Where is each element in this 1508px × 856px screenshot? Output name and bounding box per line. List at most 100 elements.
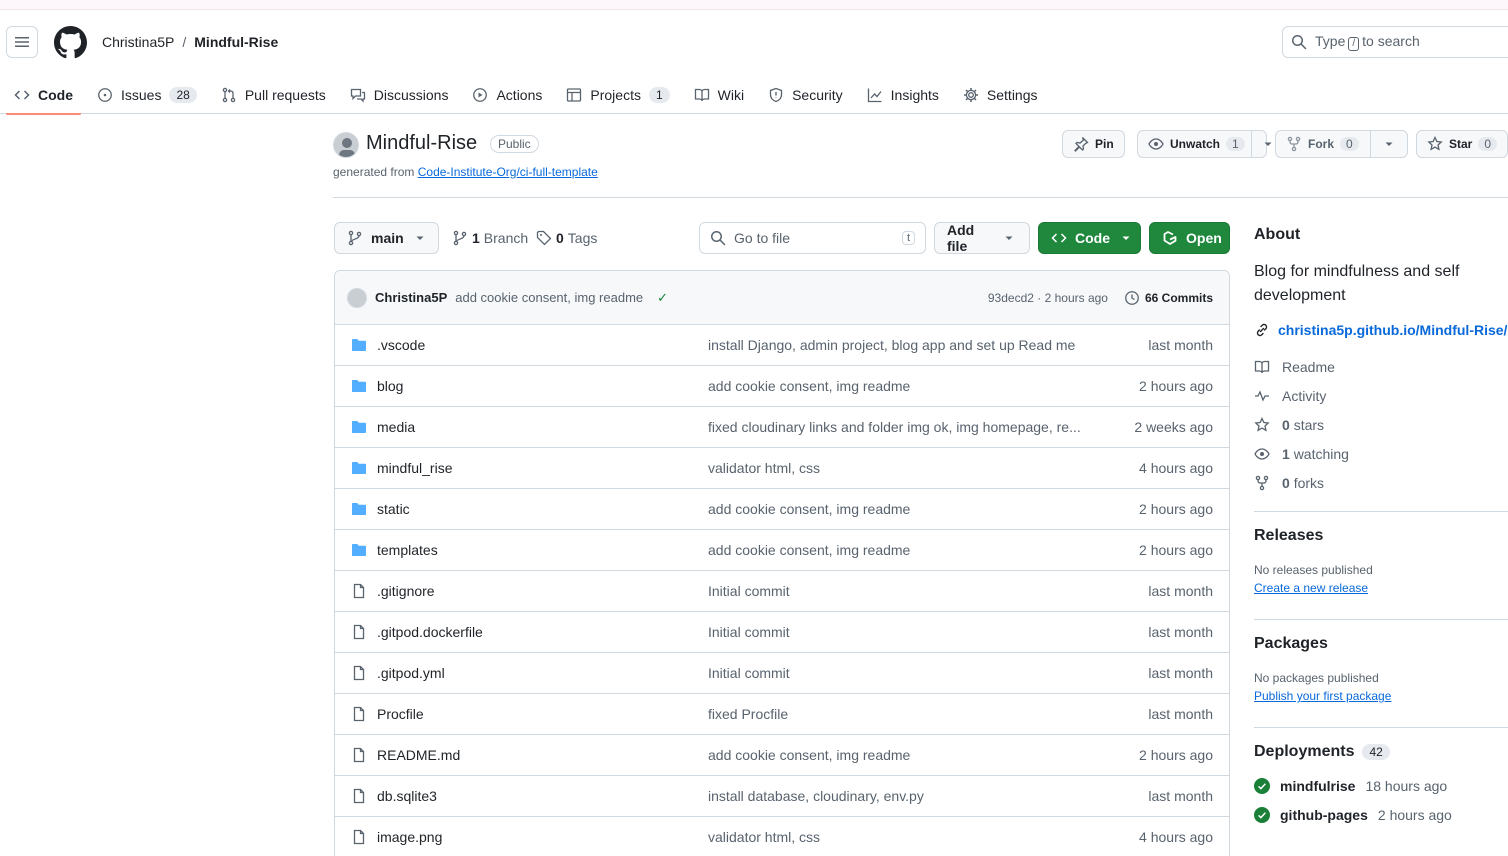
repo-name[interactable]: Mindful-Rise: [366, 132, 477, 155]
file-row[interactable]: README.md add cookie consent, img readme 2…: [335, 735, 1229, 776]
template-link[interactable]: Code-Institute-Org/ci-full-template: [418, 165, 598, 179]
tab-actions[interactable]: Actions: [464, 76, 550, 114]
releases-title[interactable]: Releases: [1254, 527, 1508, 545]
unwatch-label: Unwatch: [1170, 137, 1221, 151]
file-commit-date: last month: [1148, 665, 1213, 681]
file-commit-message[interactable]: validator html, css: [708, 829, 1088, 845]
file-name-link[interactable]: static: [377, 501, 410, 517]
file-commit-message[interactable]: add cookie consent, img readme: [708, 542, 1088, 558]
file-commit-message[interactable]: add cookie consent, img readme: [708, 501, 1088, 517]
deployment-item[interactable]: mindfulrise 18 hours ago: [1254, 771, 1508, 800]
file-row[interactable]: Procfile fixed Procfile last month: [335, 694, 1229, 735]
deployment-env[interactable]: mindfulrise: [1280, 778, 1355, 794]
file-commit-message[interactable]: Initial commit: [708, 624, 1088, 640]
tab-insights[interactable]: Insights: [859, 76, 947, 114]
stars-label: stars: [1293, 416, 1325, 433]
deployment-env[interactable]: github-pages: [1280, 807, 1368, 823]
branch-select-button[interactable]: main: [334, 222, 439, 254]
file-row[interactable]: .gitpod.yml Initial commit last month: [335, 653, 1229, 694]
file-name-link[interactable]: .vscode: [377, 337, 425, 353]
fork-button[interactable]: Fork 0: [1275, 130, 1408, 158]
tab-discussions[interactable]: Discussions: [342, 76, 457, 114]
file-commit-date: 4 hours ago: [1139, 460, 1213, 476]
file-commit-message[interactable]: validator html, css: [708, 460, 1088, 476]
deployments-title[interactable]: Deployments: [1254, 743, 1354, 761]
commits-link[interactable]: 66 Commits: [1124, 290, 1213, 306]
file-name-link[interactable]: README.md: [377, 747, 460, 763]
owner-avatar[interactable]: [333, 132, 359, 158]
check-icon[interactable]: ✓: [657, 290, 668, 306]
file-row[interactable]: .gitpod.dockerfile Initial commit last mon…: [335, 612, 1229, 653]
breadcrumb-owner-link[interactable]: Christina5P: [102, 34, 174, 50]
file-row[interactable]: mindful_rise validator html, css 4 hours a…: [335, 448, 1229, 489]
readme-link[interactable]: Readme: [1254, 352, 1508, 381]
star-button[interactable]: Star 0: [1416, 130, 1508, 158]
file-name-link[interactable]: templates: [377, 542, 438, 558]
code-icon: [1051, 230, 1067, 246]
file-row[interactable]: .vscode install Django, admin project, bl…: [335, 325, 1229, 366]
deployment-item[interactable]: github-pages 2 hours ago: [1254, 800, 1508, 829]
file-row[interactable]: db.sqlite3 install database, cloudinary, …: [335, 776, 1229, 817]
tab-wiki[interactable]: Wiki: [686, 76, 752, 114]
open-codespace-button[interactable]: Open: [1149, 222, 1230, 254]
publish-package-link[interactable]: Publish your first package: [1254, 689, 1391, 703]
fork-dropdown[interactable]: [1370, 131, 1407, 157]
file-row[interactable]: templates add cookie consent, img readme 2…: [335, 530, 1229, 571]
file-name-link[interactable]: .gitpod.yml: [377, 665, 445, 681]
file-commit-message[interactable]: install database, cloudinary, env.py: [708, 788, 1088, 804]
file-row[interactable]: blog add cookie consent, img readme 2 hour…: [335, 366, 1229, 407]
code-button[interactable]: Code: [1038, 222, 1141, 254]
hamburger-menu-button[interactable]: [6, 26, 38, 58]
file-row[interactable]: media fixed cloudinary links and folder i…: [335, 407, 1229, 448]
commit-sha-time[interactable]: 93decd2 · 2 hours ago: [988, 291, 1108, 305]
commit-author[interactable]: Christina5P: [375, 290, 447, 305]
tab-label: Code: [38, 87, 73, 103]
forks-link[interactable]: 0 forks: [1254, 468, 1508, 497]
file-name-link[interactable]: media: [377, 419, 415, 435]
pin-button[interactable]: Pin: [1062, 130, 1125, 158]
website-link[interactable]: christina5p.github.io/Mindful-Rise/: [1254, 322, 1508, 338]
add-file-button[interactable]: Add file: [934, 222, 1030, 254]
tab-code[interactable]: Code: [6, 76, 81, 115]
file-name-link[interactable]: .gitignore: [377, 583, 435, 599]
unwatch-button[interactable]: Unwatch 1: [1137, 130, 1272, 158]
tab-settings[interactable]: Settings: [955, 76, 1046, 114]
commit-author-avatar[interactable]: [347, 287, 367, 308]
search-input[interactable]: Type / to search: [1282, 26, 1508, 58]
file-commit-message[interactable]: Initial commit: [708, 583, 1088, 599]
file-name-link[interactable]: Procfile: [377, 706, 424, 722]
star-count: 0: [1478, 137, 1498, 151]
tab-issues[interactable]: Issues 28: [89, 76, 205, 114]
file-name-link[interactable]: blog: [377, 378, 403, 394]
file-commit-message[interactable]: add cookie consent, img readme: [708, 747, 1088, 763]
tab-security[interactable]: Security: [760, 76, 851, 114]
file-name-link[interactable]: mindful_rise: [377, 460, 452, 476]
file-row[interactable]: image.png validator html, css 4 hours ago: [335, 817, 1229, 856]
branches-link[interactable]: 1 Branch: [452, 230, 528, 246]
tab-projects[interactable]: Projects 1: [558, 76, 677, 114]
file-commit-message[interactable]: fixed cloudinary links and folder img ok…: [708, 419, 1088, 435]
commit-message[interactable]: add cookie consent, img readme: [455, 290, 643, 305]
eye-icon: [1148, 136, 1164, 152]
go-to-file-input[interactable]: Go to file t: [699, 222, 926, 254]
github-logo-icon[interactable]: [54, 26, 87, 59]
tab-pull-requests[interactable]: Pull requests: [213, 76, 334, 114]
file-row[interactable]: .gitignore Initial commit last month: [335, 571, 1229, 612]
file-name-link[interactable]: .gitpod.dockerfile: [377, 624, 483, 640]
file-row[interactable]: static add cookie consent, img readme 2 ho…: [335, 489, 1229, 530]
watchers-link[interactable]: 1 watching: [1254, 439, 1508, 468]
file-commit-message[interactable]: install Django, admin project, blog app …: [708, 337, 1088, 353]
file-commit-message[interactable]: fixed Procfile: [708, 706, 1088, 722]
packages-title[interactable]: Packages: [1254, 635, 1508, 653]
tags-link[interactable]: 0 Tags: [536, 230, 597, 246]
create-release-link[interactable]: Create a new release: [1254, 581, 1368, 595]
file-commit-message[interactable]: add cookie consent, img readme: [708, 378, 1088, 394]
file-name-link[interactable]: image.png: [377, 829, 442, 845]
tags-count: 0: [556, 230, 564, 246]
stars-link[interactable]: 0 stars: [1254, 410, 1508, 439]
activity-link[interactable]: Activity: [1254, 381, 1508, 410]
file-commit-message[interactable]: Initial commit: [708, 665, 1088, 681]
star-icon: [1427, 136, 1443, 152]
file-name-link[interactable]: db.sqlite3: [377, 788, 437, 804]
breadcrumb-repo-link[interactable]: Mindful-Rise: [194, 34, 278, 50]
